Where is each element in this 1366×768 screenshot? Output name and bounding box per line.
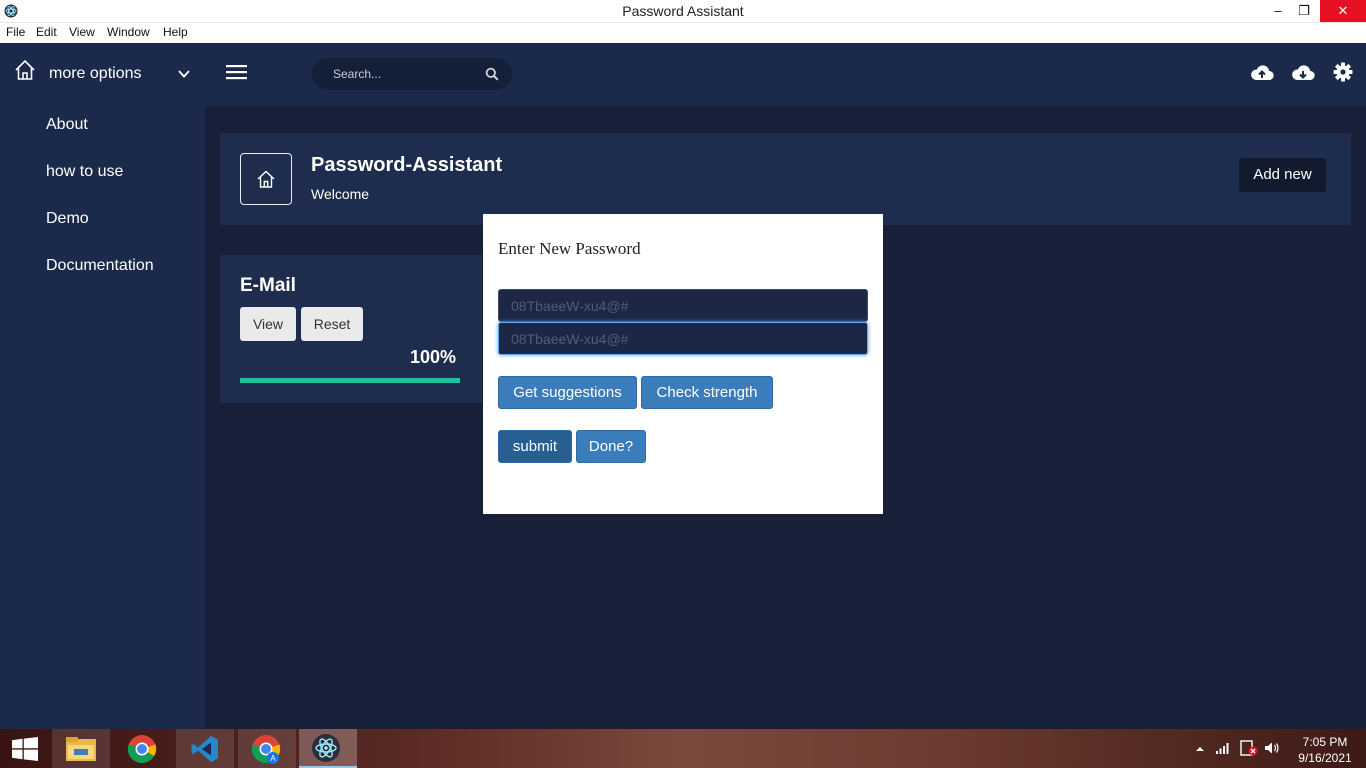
window-titlebar: Password Assistant – ❐ ✕ <box>0 0 1366 23</box>
reset-button[interactable]: Reset <box>301 307 363 341</box>
strength-progress-fill <box>240 378 460 383</box>
strength-percent: 100% <box>410 347 457 367</box>
search-icon[interactable] <box>485 67 499 81</box>
sidebar: About how to use Demo Documentation <box>0 106 205 729</box>
search-input[interactable]: Search... <box>333 67 381 81</box>
chrome-profile-icon: A <box>251 735 281 764</box>
page-title: Password-Assistant <box>311 154 503 176</box>
new-password-input[interactable] <box>498 289 868 322</box>
dialog-title: Enter New Password <box>498 239 641 258</box>
menu-edit[interactable]: Edit <box>36 25 57 39</box>
get-suggestions-button[interactable]: Get suggestions <box>498 376 637 409</box>
power-warning-icon[interactable] <box>1240 740 1258 756</box>
confirm-password-input[interactable] <box>498 322 868 355</box>
new-password-dialog: Enter New Password Get suggestions Check… <box>483 214 883 514</box>
menu-help[interactable]: Help <box>163 25 188 39</box>
folder-icon <box>66 737 96 761</box>
taskbar-password-assistant[interactable] <box>299 729 357 768</box>
search-box[interactable]: Search... <box>312 58 512 90</box>
home-icon <box>257 170 275 188</box>
network-icon[interactable] <box>1215 741 1231 755</box>
tray-expand-icon[interactable] <box>1195 745 1205 753</box>
menu-view[interactable]: View <box>69 25 95 39</box>
gear-icon[interactable] <box>1333 62 1353 82</box>
sidebar-item-about[interactable]: About <box>46 116 88 134</box>
header-card: Password-Assistant Welcome Add new <box>220 133 1351 225</box>
taskbar-file-explorer[interactable] <box>52 729 110 768</box>
chevron-down-icon[interactable] <box>176 67 192 81</box>
done-button[interactable]: Done? <box>576 430 646 463</box>
cloud-download-icon[interactable] <box>1291 63 1315 83</box>
menu-window[interactable]: Window <box>107 25 150 39</box>
menu-file[interactable]: File <box>6 25 25 39</box>
home-icon[interactable] <box>14 59 36 81</box>
check-strength-button[interactable]: Check strength <box>641 376 773 409</box>
sidebar-item-demo[interactable]: Demo <box>46 210 89 228</box>
chrome-icon <box>127 735 157 763</box>
vscode-icon <box>191 736 218 762</box>
taskbar-vscode[interactable] <box>176 729 234 768</box>
hamburger-menu-icon[interactable] <box>226 63 248 81</box>
windows-taskbar: A 7:05 PM 9/16/2021 <box>0 729 1366 768</box>
add-new-button[interactable]: Add new <box>1239 158 1326 192</box>
more-options-label[interactable]: more options <box>49 65 142 83</box>
view-button[interactable]: View <box>240 307 296 341</box>
window-title: Password Assistant <box>622 3 744 19</box>
submit-button[interactable]: submit <box>498 430 572 463</box>
taskbar-chrome[interactable] <box>114 729 172 768</box>
svg-text:A: A <box>270 754 276 763</box>
cloud-upload-icon[interactable] <box>1250 63 1274 83</box>
page-subtitle: Welcome <box>311 186 370 202</box>
electron-icon <box>312 734 340 762</box>
close-button[interactable]: ✕ <box>1320 0 1366 22</box>
taskbar-clock[interactable]: 7:05 PM 9/16/2021 <box>1290 734 1360 766</box>
taskbar-chrome-profile[interactable]: A <box>238 729 296 768</box>
header-home-icon-box <box>240 153 292 205</box>
sidebar-item-documentation[interactable]: Documentation <box>46 257 154 275</box>
clock-date: 9/16/2021 <box>1298 751 1352 765</box>
top-app-bar: more options Search... <box>0 43 1366 106</box>
windows-start-icon[interactable] <box>12 737 38 761</box>
password-card-email: E-Mail View Reset 100% <box>220 255 482 403</box>
strength-progress-bar <box>240 378 460 383</box>
menu-bar: File Edit View Window Help <box>0 23 1366 43</box>
sidebar-item-how-to-use[interactable]: how to use <box>46 163 123 181</box>
card-title: E-Mail <box>240 275 296 296</box>
volume-icon[interactable] <box>1264 741 1280 755</box>
clock-time: 7:05 PM <box>1302 735 1348 749</box>
